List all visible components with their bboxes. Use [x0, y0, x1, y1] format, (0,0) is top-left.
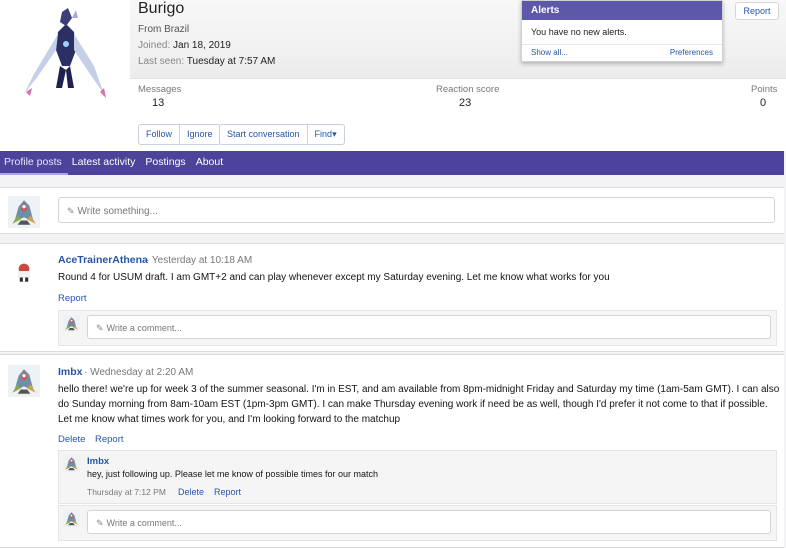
post-author-link[interactable]: AceTrainerAthena — [58, 254, 148, 266]
profile-tabs: Profile posts Latest activity Postings A… — [0, 151, 784, 175]
delete-button[interactable]: Delete — [58, 434, 85, 445]
comment-author-avatar[interactable] — [63, 455, 80, 472]
comment-author-link[interactable]: Imbx — [87, 456, 109, 467]
write-comment-input[interactable]: ✎ Write a comment... — [87, 315, 771, 339]
alerts-title: Alerts — [522, 1, 722, 20]
write-something-placeholder: Write something... — [77, 206, 158, 217]
post-timestamp[interactable]: · Yesterday at 10:18 AM — [146, 255, 252, 266]
stat-points-label: Points — [751, 84, 778, 95]
chevron-down-icon: ▾ — [332, 129, 337, 139]
profile-joined: Joined: Jan 18, 2019 — [138, 40, 231, 51]
find-button[interactable]: Find▾ — [308, 125, 344, 144]
write-something-input[interactable]: ✎ Write something... — [58, 197, 775, 223]
stat-points-value[interactable]: 0 — [760, 97, 766, 109]
last-seen-label: Last seen: — [138, 56, 185, 67]
report-button[interactable]: Report — [58, 293, 87, 304]
own-avatar[interactable] — [8, 196, 40, 228]
stat-messages-label: Messages — [138, 84, 182, 95]
own-avatar-small[interactable] — [63, 315, 80, 332]
profile-post: Imbx · Wednesday at 2:20 AM hello there!… — [0, 354, 784, 548]
alert-preferences-link[interactable]: Preferences — [670, 45, 713, 61]
profile-post: AceTrainerAthena · Yesterday at 10:18 AM… — [0, 243, 784, 352]
comment-report-button[interactable]: Report — [214, 487, 241, 497]
comment-area: ✎ Write a comment... — [58, 505, 777, 541]
alerts-footer: Show all... Preferences — [522, 44, 722, 61]
profile-location: From Brazil — [138, 24, 190, 35]
follow-ignore-group: Follow Ignore — [138, 124, 221, 145]
profile-last-seen: Last seen: Tuesday at 7:57 AM — [138, 56, 275, 67]
comment: Imbx hey, just following up. Please let … — [58, 450, 777, 504]
write-comment-placeholder: Write a comment... — [106, 518, 182, 528]
find-button-label: Find — [314, 129, 333, 139]
comment-area: ✎ Write a comment... — [58, 310, 777, 346]
alerts-menu: Alerts You have no new alerts. Show all.… — [521, 0, 723, 62]
tab-about[interactable]: About — [192, 151, 229, 175]
pencil-icon: ✎ — [67, 206, 75, 216]
last-seen-value: Tuesday at 7:57 AM — [186, 56, 276, 67]
post-author-avatar[interactable] — [8, 365, 40, 397]
follow-button[interactable]: Follow — [139, 125, 181, 144]
write-comment-placeholder: Write a comment... — [106, 323, 182, 333]
alerts-empty-text: You have no new alerts. — [531, 27, 627, 37]
comment-timestamp[interactable]: Thursday at 7:12 PM — [87, 487, 166, 497]
profile-avatar[interactable] — [4, 4, 128, 104]
ignore-button[interactable]: Ignore — [180, 125, 220, 144]
pencil-icon: ✎ — [96, 323, 104, 333]
own-avatar-small[interactable] — [63, 510, 80, 527]
joined-value: Jan 18, 2019 — [173, 40, 231, 51]
post-timestamp[interactable]: · Wednesday at 2:20 AM — [84, 367, 193, 378]
comment-body: hey, just following up. Please let me kn… — [87, 469, 378, 479]
report-button[interactable]: Report — [95, 434, 124, 445]
post-author-avatar[interactable] — [8, 254, 40, 286]
profile-header: Burigo From Brazil Joined: Jan 18, 2019 … — [0, 0, 786, 151]
stat-reaction-value[interactable]: 23 — [459, 97, 471, 109]
post-body-line: hello there! we're up for week 3 of the … — [58, 384, 780, 395]
post-body-line: Let me know what times work for you, and… — [58, 414, 401, 425]
comment-delete-button[interactable]: Delete — [178, 487, 204, 497]
stat-reaction-label: Reaction score — [436, 84, 500, 95]
post-body: Round 4 for USUM draft. I am GMT+2 and c… — [58, 272, 610, 283]
report-profile-button[interactable]: Report — [735, 2, 779, 20]
tab-postings[interactable]: Postings — [141, 151, 191, 175]
write-comment-input[interactable]: ✎ Write a comment... — [87, 510, 771, 534]
pencil-icon: ✎ — [96, 518, 104, 528]
show-all-alerts-link[interactable]: Show all... — [531, 45, 568, 61]
start-conversation-button[interactable]: Start conversation — [220, 125, 308, 144]
tab-latest-activity[interactable]: Latest activity — [68, 151, 142, 175]
compose-box: ✎ Write something... — [0, 187, 784, 234]
tab-profile-posts[interactable]: Profile posts — [0, 151, 68, 175]
joined-label: Joined: — [138, 40, 171, 51]
post-author-link[interactable]: Imbx — [58, 366, 83, 378]
conversation-find-group: Start conversation Find▾ — [219, 124, 345, 145]
post-body-line: do Sunday morning from 8am-10am EST (1pm… — [58, 399, 768, 410]
profile-username: Burigo — [138, 0, 185, 17]
stat-messages-value[interactable]: 13 — [152, 97, 164, 109]
